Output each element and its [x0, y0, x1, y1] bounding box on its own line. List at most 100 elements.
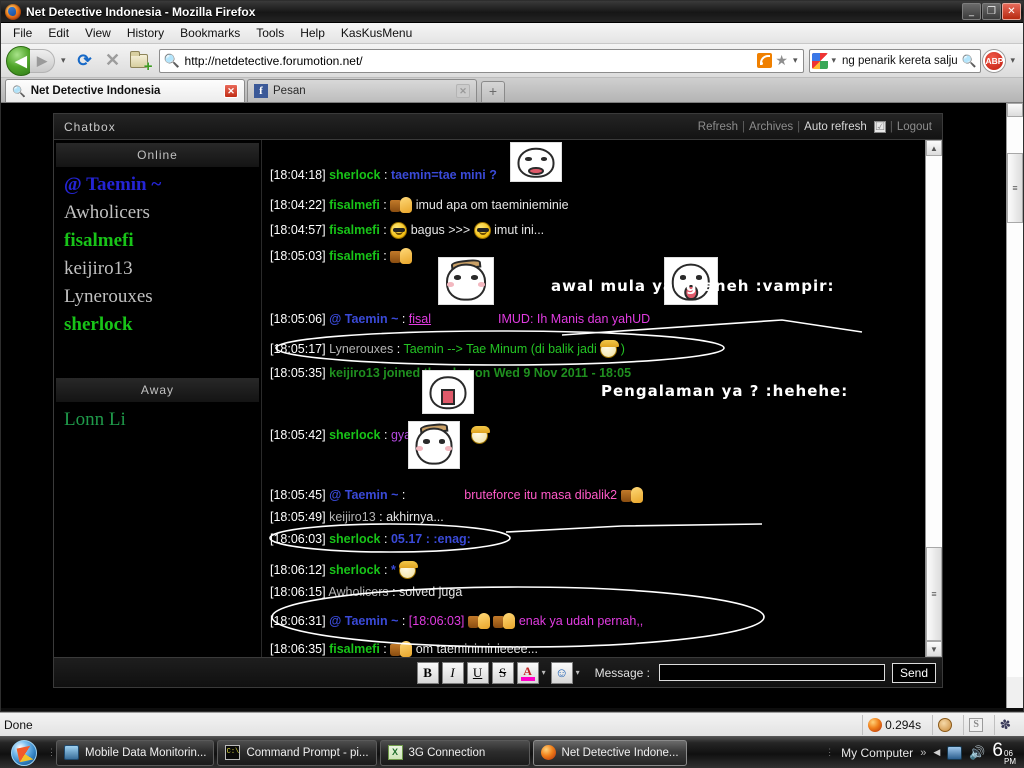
close-button[interactable]: ✕	[1002, 3, 1021, 20]
user-lonn-li[interactable]: Lonn Li	[64, 406, 261, 434]
chatbox-scrollbar[interactable]: ▲ ≡ ▼	[925, 140, 942, 657]
message-author[interactable]: sherlock	[329, 168, 380, 182]
smiley-dropdown-icon[interactable]: ▾	[576, 668, 582, 677]
tab-close-icon[interactable]: ✕	[456, 84, 470, 98]
search-engine-dropdown-icon[interactable]: ▾	[828, 55, 839, 66]
color-dropdown-icon[interactable]: ▾	[542, 668, 548, 677]
message-author[interactable]: sherlock	[329, 532, 380, 546]
scrollbar-thumb[interactable]: ≡	[926, 547, 942, 641]
search-bar[interactable]: ▾ ng penarik kereta salju 🔍	[809, 48, 982, 73]
message-timestamp: [18:05:49]	[270, 510, 326, 524]
tray-grip[interactable]: ⋮	[824, 741, 834, 765]
chat-message: [18:05:17] Lynerouxes : Taemin --> Tae M…	[270, 340, 625, 358]
taskbar-clock[interactable]: 6 06 PM	[992, 740, 1016, 766]
page-scrollbar-thumb[interactable]: ≡	[1007, 153, 1023, 223]
menu-item-edit[interactable]: Edit	[40, 24, 77, 42]
user-keijiro13[interactable]: keijiro13	[64, 255, 261, 283]
tray-expand-arrow-icon[interactable]: ◀	[933, 747, 940, 758]
scroll-down-arrow-icon[interactable]: ▼	[926, 641, 942, 657]
pen-icon[interactable]: ✽	[994, 714, 1016, 735]
menu-item-history[interactable]: History	[119, 24, 172, 42]
page-scrollbar-track[interactable]: ≡	[1007, 117, 1023, 677]
smiley-button[interactable]: ☺	[550, 661, 573, 684]
quick-launch-grip[interactable]: ⋮	[46, 741, 56, 765]
message-author[interactable]: keijiro13	[329, 510, 376, 524]
reload-button[interactable]: ⟳	[72, 48, 98, 74]
tab-pesan[interactable]: f Pesan ✕	[247, 79, 477, 102]
url-bar[interactable]: 🔍 http://netdetective.forumotion.net/ ★ …	[158, 48, 805, 73]
text-color-button[interactable]: A	[516, 661, 539, 684]
taskbar-item-mobile-data-monitoring[interactable]: Mobile Data Monitorin...	[56, 739, 215, 766]
load-time-indicator[interactable]: 0.294s	[862, 714, 926, 735]
minimize-button[interactable]: _	[962, 3, 981, 20]
menu-item-bookmarks[interactable]: Bookmarks	[172, 24, 248, 42]
message-author[interactable]: fisalmefi	[329, 223, 380, 237]
bookmark-star-icon[interactable]: ★	[775, 52, 788, 69]
rss-icon[interactable]	[757, 53, 773, 68]
history-dropdown-icon[interactable]: ▾	[57, 55, 70, 66]
adblock-plus-icon[interactable]: ABP	[983, 49, 1006, 72]
strikethrough-button[interactable]: S	[491, 661, 514, 684]
search-input[interactable]: ng penarik kereta salju	[839, 55, 962, 67]
archives-link[interactable]: Archives	[749, 121, 793, 133]
menu-item-help[interactable]: Help	[292, 24, 333, 42]
message-author[interactable]: @ Taemin ~	[329, 488, 398, 502]
italic-button[interactable]: I	[441, 661, 464, 684]
message-author[interactable]: @ Taemin ~	[329, 312, 398, 326]
message-author[interactable]: sherlock	[329, 428, 380, 442]
message-author[interactable]: @ Taemin ~	[329, 614, 398, 628]
message-text: *	[390, 562, 396, 577]
google-icon[interactable]	[812, 52, 829, 69]
forward-button[interactable]: ▶	[30, 48, 55, 73]
toolbar-overflow-icon[interactable]: ▾	[1007, 55, 1018, 66]
auto-refresh-checkbox[interactable]: ☑	[873, 120, 886, 133]
message-timestamp: [18:06:12]	[270, 562, 326, 577]
taskbar-item-command-prompt[interactable]: C:\ Command Prompt - pi...	[217, 739, 377, 766]
message-author[interactable]: fisalmefi	[329, 642, 380, 656]
underline-button[interactable]: U	[466, 661, 489, 684]
network-icon[interactable]	[947, 745, 963, 760]
page-scroll-up-arrow-icon[interactable]	[1007, 103, 1023, 117]
message-list: [18:04:18] sherlock : taemin=tae mini ? …	[262, 140, 925, 657]
url-text[interactable]: http://netdetective.forumotion.net/	[181, 54, 758, 68]
message-input[interactable]	[658, 664, 885, 681]
menu-item-view[interactable]: View	[77, 24, 119, 42]
start-button[interactable]	[2, 738, 46, 768]
message-author[interactable]: fisalmefi	[329, 249, 380, 263]
scrollbar-track[interactable]: ≡	[926, 156, 942, 641]
bold-button[interactable]: B	[416, 661, 439, 684]
user-awholicers[interactable]: Awholicers	[64, 199, 261, 227]
user-sherlock[interactable]: sherlock	[64, 311, 261, 339]
chevron-right-icon[interactable]: »	[920, 747, 926, 759]
user-fisalmefi[interactable]: fisalmefi	[64, 227, 261, 255]
search-go-icon[interactable]: 🔍	[962, 54, 979, 68]
message-author[interactable]: sherlock	[329, 563, 380, 577]
my-computer-label[interactable]: My Computer	[841, 746, 913, 760]
scroll-up-arrow-icon[interactable]: ▲	[926, 140, 942, 156]
send-button[interactable]: Send	[891, 662, 936, 683]
user-lynerouxes[interactable]: Lynerouxes	[64, 283, 261, 311]
speaker-icon[interactable]: 🔊	[969, 745, 985, 761]
message-author[interactable]: fisalmefi	[329, 198, 380, 212]
taskbar-item-net-detective-indonesia[interactable]: Net Detective Indone...	[532, 739, 687, 766]
tab-net-detective-indonesia[interactable]: 🔍 Net Detective Indonesia ✕	[5, 79, 245, 102]
message-author[interactable]: Lynerouxes	[329, 342, 393, 356]
page-scrollbar[interactable]: ≡	[1006, 103, 1023, 708]
chatbox-message-pane[interactable]: [18:04:18] sherlock : taemin=tae mini ? …	[262, 140, 925, 657]
stop-button[interactable]: ✕	[100, 48, 126, 74]
user-taemin[interactable]: @ Taemin ~	[64, 171, 261, 199]
message-author[interactable]: Awholicers	[328, 585, 388, 599]
menu-item-kaskusmenu[interactable]: KasKusMenu	[333, 24, 420, 42]
menu-item-tools[interactable]: Tools	[248, 24, 292, 42]
tab-close-icon[interactable]: ✕	[224, 84, 238, 98]
s-icon[interactable]: S	[963, 714, 988, 735]
maximize-button[interactable]: ❐	[982, 3, 1001, 20]
menu-item-file[interactable]: File	[5, 24, 40, 42]
taskbar-item-3g-connection[interactable]: X 3G Connection	[379, 739, 530, 766]
new-tab-button[interactable]: +	[481, 81, 505, 102]
urlbar-dropdown-icon[interactable]: ▾	[790, 55, 801, 66]
refresh-link[interactable]: Refresh	[698, 121, 738, 133]
logout-link[interactable]: Logout	[897, 121, 932, 133]
new-folder-icon[interactable]: +	[128, 48, 154, 74]
monkey-icon[interactable]	[932, 714, 957, 735]
